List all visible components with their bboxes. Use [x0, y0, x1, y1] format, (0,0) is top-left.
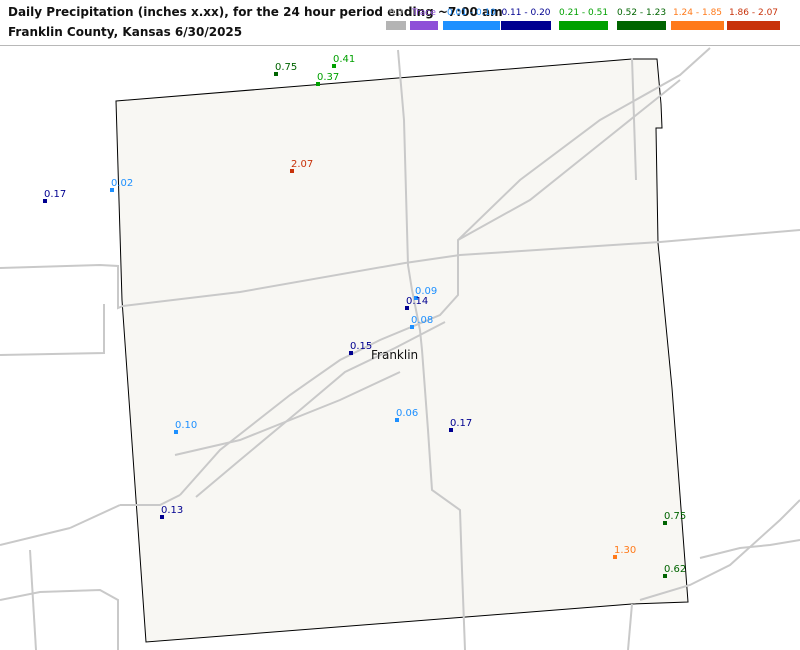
station-value: 0.13 [161, 505, 183, 516]
station-value: 1.30 [614, 545, 636, 556]
station-value: 2.07 [291, 159, 313, 170]
road [699, 539, 800, 559]
legend-swatch [386, 21, 406, 30]
legend-swatch [617, 21, 666, 30]
station-value: 0.15 [350, 341, 372, 352]
station-value: 0.17 [44, 189, 66, 200]
station-value: 0.41 [333, 54, 355, 65]
station-value: 0.75 [664, 511, 686, 522]
station-value: 0.17 [450, 418, 472, 429]
station-value: 0.08 [411, 315, 433, 326]
legend-swatch [443, 21, 500, 30]
legend-item: 0.0 [386, 7, 406, 33]
map-subtitle: Franklin County, Kansas 6/30/2025 [8, 25, 243, 39]
header: Daily Precipitation (inches x.xx), for t… [0, 0, 800, 46]
road [0, 304, 105, 356]
legend-label: 0.01 - 0.10 [446, 8, 497, 18]
legend-swatch [727, 21, 780, 30]
station-value: 0.37 [317, 72, 339, 83]
station-value: 0.02 [111, 178, 133, 189]
legend-label: 1.86 - 2.07 [728, 8, 779, 18]
legend-item: 0.52 - 1.23 [617, 7, 666, 33]
station-value: 0.06 [396, 408, 418, 419]
legend-item: 1.86 - 2.07 [727, 7, 780, 33]
legend-label: 0.52 - 1.23 [617, 8, 667, 18]
legend-swatch [410, 21, 438, 30]
road [69, 504, 121, 529]
legend-label: 0.11 - 0.20 [501, 8, 551, 18]
station-value: 0.62 [664, 564, 686, 575]
station-value: 0.14 [406, 296, 428, 307]
legend-swatch [501, 21, 551, 30]
road [627, 603, 633, 650]
station-value: 0.75 [275, 62, 297, 73]
road [0, 527, 71, 546]
road [0, 588, 119, 650]
station-value: 0.10 [175, 420, 197, 431]
legend-label: Trace [412, 8, 436, 18]
legend-label: 1.24 - 1.85 [672, 8, 723, 18]
legend-item: 0.21 - 0.51 [559, 7, 608, 33]
legend-item: 1.24 - 1.85 [671, 7, 724, 33]
map-canvas[interactable]: 0.750.410.372.070.170.020.090.140.080.15… [0, 0, 800, 650]
legend-item: 0.11 - 0.20 [501, 7, 551, 33]
legend-item: Trace [410, 7, 438, 33]
legend-swatch [559, 21, 608, 30]
legend-swatch [671, 21, 724, 30]
station-s5[interactable]: 0.17 [43, 189, 66, 203]
road [29, 549, 37, 650]
legend-item: 0.01 - 0.10 [443, 7, 500, 33]
legend-label: 0.0 [388, 8, 404, 18]
precipitation-map-app: 0.75 0.41 0.37 2.07 0.17 0.02 0.09 0.14 0.08 0.15… [0, 0, 800, 650]
city-label: Franklin [371, 348, 418, 362]
station-s1[interactable]: 0.75 [274, 62, 297, 76]
legend-label: 0.21 - 0.51 [559, 8, 609, 18]
station-s2[interactable]: 0.41 [332, 54, 355, 68]
